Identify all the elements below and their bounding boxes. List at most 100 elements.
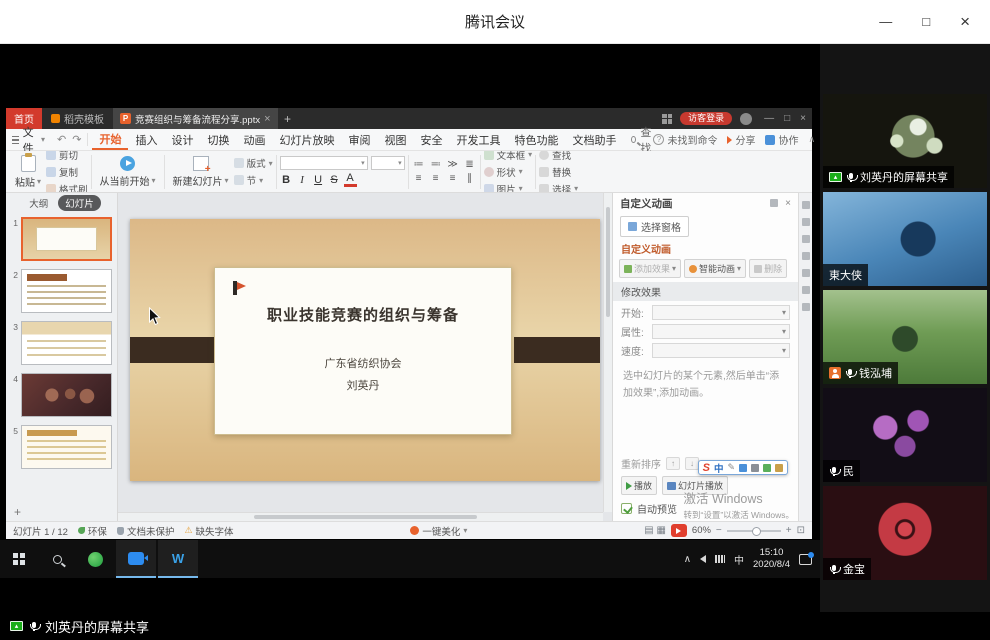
fit-window-button[interactable]: ⊡: [797, 525, 805, 536]
copy-button[interactable]: 复制: [46, 165, 88, 179]
numbering-icon[interactable]: ≕: [429, 159, 443, 170]
participant-tile-2[interactable]: 東大侠: [823, 192, 987, 286]
ime-keyboard-icon[interactable]: [751, 464, 759, 472]
pin-panel-icon[interactable]: [770, 199, 778, 207]
start-button[interactable]: [0, 540, 38, 578]
new-tab-button[interactable]: +: [278, 108, 298, 129]
one-click-beautify-button[interactable]: 一键美化 ▾: [410, 524, 467, 538]
panel-tool-icon-2[interactable]: [802, 218, 810, 226]
horizontal-scrollbar[interactable]: [118, 512, 603, 521]
slide-thumbnail-2[interactable]: 2: [9, 269, 112, 313]
redo-button[interactable]: ↷: [72, 133, 81, 146]
reorder-up-button[interactable]: ↑: [666, 457, 680, 470]
wps-minimize-button[interactable]: —: [764, 113, 774, 124]
zoom-percent[interactable]: 60%: [692, 525, 711, 536]
missing-fonts-warning[interactable]: ⚠ 缺失字体: [184, 524, 233, 538]
taskbar-clock[interactable]: 15:10 2020/8/4: [753, 547, 790, 571]
panel-tool-icon-3[interactable]: [802, 235, 810, 243]
panel-tool-icon-7[interactable]: [802, 303, 810, 311]
slide-title-card[interactable]: 职业技能竞赛的组织与筹备 广东省纺织协会 刘英丹: [214, 267, 512, 435]
tab-view[interactable]: 视图: [377, 129, 413, 150]
tab-review[interactable]: 审阅: [341, 129, 377, 150]
selection-pane-button[interactable]: 选择窗格: [620, 216, 689, 237]
zoom-slider[interactable]: [727, 530, 781, 532]
slide-thumbnail-5[interactable]: 5: [9, 425, 112, 469]
maximize-button[interactable]: □: [922, 15, 930, 28]
section-button[interactable]: 节▾: [234, 173, 273, 187]
close-button[interactable]: ×: [960, 13, 970, 30]
select-button[interactable]: 选择▾: [539, 182, 578, 194]
slide-thumbnail-4[interactable]: 4: [9, 373, 112, 417]
panel-tool-icon-4[interactable]: [802, 252, 810, 260]
font-color-button[interactable]: A: [344, 173, 357, 187]
auto-preview-checkbox-row[interactable]: 自动预览: [613, 498, 798, 521]
wps-docer-tab[interactable]: 稻壳模板: [42, 108, 113, 129]
font-family-combo[interactable]: ▾: [280, 156, 368, 170]
bullets-icon[interactable]: ≔: [412, 159, 426, 170]
play-animation-button[interactable]: 播放: [621, 476, 657, 495]
volume-icon[interactable]: [700, 555, 706, 563]
new-slide-button[interactable]: 新建幻灯片▾: [168, 156, 234, 188]
participant-tile-4[interactable]: 民: [823, 388, 987, 482]
ime-pen-icon[interactable]: ✎: [727, 462, 735, 473]
account-avatar[interactable]: [740, 113, 752, 125]
picture-button[interactable]: 图片▾: [484, 182, 533, 194]
indent-icon[interactable]: ≫: [446, 159, 460, 170]
ime-image-icon[interactable]: [763, 464, 771, 472]
property-combo[interactable]: ▾: [652, 324, 790, 339]
vertical-scrollbar[interactable]: [603, 193, 612, 512]
apps-grid-icon[interactable]: [662, 114, 672, 124]
doc-protection-status[interactable]: 文档未保护: [117, 524, 175, 538]
slide-thumbnail-3[interactable]: 3: [9, 321, 112, 365]
start-combo[interactable]: ▾: [652, 305, 790, 320]
participant-tile-5[interactable]: 金宝: [823, 486, 987, 580]
cut-button[interactable]: 剪切: [46, 151, 88, 162]
ime-toolbox-icon[interactable]: [775, 464, 783, 472]
delete-effect-button[interactable]: 删除: [749, 259, 787, 278]
wps-maximize-button[interactable]: □: [784, 113, 790, 124]
ime-mic-icon[interactable]: [739, 464, 747, 472]
minimize-button[interactable]: —: [879, 15, 892, 28]
align-right-icon[interactable]: ≡: [446, 173, 460, 184]
eco-mode[interactable]: 环保: [78, 524, 107, 538]
panel-tool-icon-1[interactable]: [802, 201, 810, 209]
sogou-logo[interactable]: S: [703, 462, 710, 474]
ime-mode-chinese[interactable]: 中: [714, 461, 724, 475]
taskbar-green-app[interactable]: [76, 540, 114, 578]
replace-button[interactable]: 替换: [539, 165, 578, 179]
play-from-current-button[interactable]: 从当前开始▾: [95, 156, 161, 188]
participant-tile-share[interactable]: ▴ 刘英丹的屏幕共享: [823, 94, 987, 188]
slide-thumbnail-1[interactable]: 1: [9, 217, 112, 261]
not-found-command[interactable]: ? 未找到命令: [653, 132, 717, 147]
shape-button[interactable]: 形状▾: [484, 165, 533, 179]
tab-animation[interactable]: 动画: [236, 129, 272, 150]
panel-tool-icon-6[interactable]: [802, 286, 810, 294]
share-button[interactable]: 分享: [727, 132, 755, 147]
strikethrough-button[interactable]: S: [328, 174, 341, 186]
tab-features[interactable]: 特色功能: [507, 129, 565, 150]
tab-design[interactable]: 设计: [164, 129, 200, 150]
slideshow-play-button[interactable]: 幻灯片播放: [662, 476, 728, 495]
line-spacing-icon[interactable]: ≣: [463, 159, 477, 170]
smart-animation-button[interactable]: 智能动画▾: [684, 259, 746, 278]
underline-button[interactable]: U: [312, 174, 325, 186]
layout-button[interactable]: 版式▾: [234, 156, 273, 170]
font-size-combo[interactable]: ▾: [371, 156, 405, 170]
panel-tool-icon-5[interactable]: [802, 269, 810, 277]
tray-expand-chevron[interactable]: ∧: [684, 554, 691, 565]
tab-insert[interactable]: 插入: [128, 129, 164, 150]
taskbar-wps-app[interactable]: W: [158, 540, 198, 578]
zoom-in-button[interactable]: +: [786, 525, 792, 536]
collab-button[interactable]: 协作: [765, 132, 798, 147]
align-left-icon[interactable]: ≡: [412, 173, 426, 184]
guest-login-button[interactable]: 访客登录: [680, 112, 732, 125]
tab-home[interactable]: 开始: [92, 129, 128, 150]
format-painter-button[interactable]: 格式刷: [46, 182, 88, 194]
tab-security[interactable]: 安全: [413, 129, 449, 150]
text-box-button[interactable]: 文本框▾: [484, 151, 533, 162]
close-tab-icon[interactable]: ×: [264, 113, 270, 125]
wps-close-button[interactable]: ×: [800, 113, 806, 124]
paste-button[interactable]: 粘贴▾: [10, 155, 46, 189]
taskbar-search-button[interactable]: [38, 540, 76, 578]
align-center-icon[interactable]: ≡: [429, 173, 443, 184]
